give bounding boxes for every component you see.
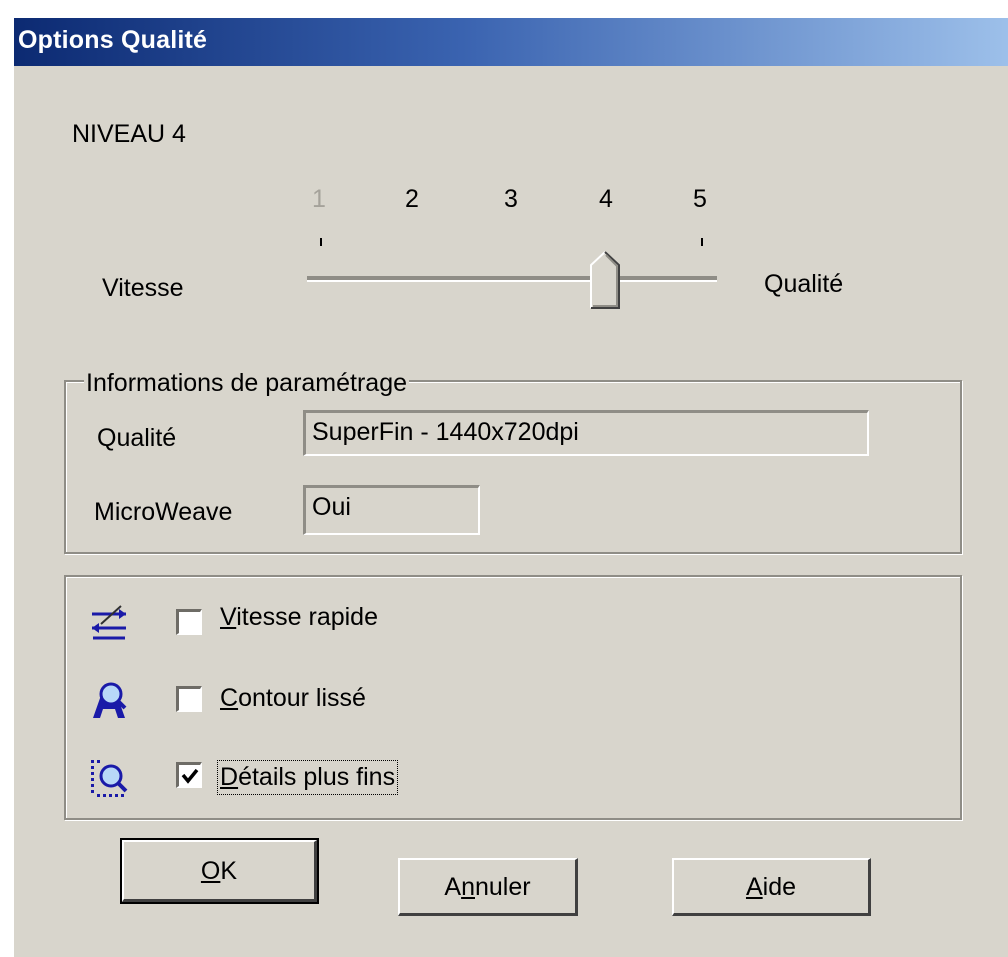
tick-label-3: 3 — [504, 185, 518, 213]
finer-detail-checkbox[interactable] — [176, 762, 202, 788]
slider-track[interactable] — [307, 276, 717, 282]
quality-value-field: SuperFin - 1440x720dpi — [303, 410, 869, 456]
cancel-button[interactable]: Annuler — [398, 858, 578, 916]
high-speed-label[interactable]: Vitesse rapide — [220, 603, 378, 632]
edge-smoothing-label[interactable]: Contour lissé — [220, 684, 366, 713]
quality-label: Qualité — [97, 424, 177, 452]
slider-thumb[interactable] — [590, 251, 620, 309]
tick-mark-min — [320, 238, 322, 246]
microweave-value-field: Oui — [303, 485, 480, 535]
edge-smoothing-icon — [93, 682, 127, 718]
finer-detail-label[interactable]: Détails plus fins — [216, 760, 399, 795]
tick-mark-max — [701, 238, 703, 246]
help-button[interactable]: Aide — [672, 858, 871, 916]
high-speed-icon — [92, 605, 126, 640]
settings-info-legend: Informations de paramétrage — [84, 369, 410, 398]
level-label: NIVEAU 4 — [72, 120, 186, 148]
edge-smoothing-checkbox[interactable] — [176, 686, 202, 712]
title-bar[interactable]: Options Qualité — [14, 18, 1008, 66]
tick-label-4: 4 — [599, 185, 613, 213]
high-speed-checkbox[interactable] — [176, 609, 202, 635]
finer-detail-icon — [91, 760, 128, 797]
quality-options-dialog: Options Qualité NIVEAU 4 1 2 3 4 5 Vites… — [12, 18, 1008, 957]
checkmark-icon — [181, 768, 199, 784]
tick-label-2: 2 — [405, 185, 419, 213]
settings-info-group — [64, 380, 962, 554]
ok-button[interactable]: OK — [120, 838, 319, 904]
tick-label-1: 1 — [312, 185, 326, 213]
window-title: Options Qualité — [18, 26, 208, 54]
microweave-label: MicroWeave — [94, 498, 233, 526]
slider-max-label: Qualité — [764, 270, 844, 298]
tick-label-5: 5 — [693, 185, 707, 213]
slider-min-label: Vitesse — [102, 274, 184, 302]
